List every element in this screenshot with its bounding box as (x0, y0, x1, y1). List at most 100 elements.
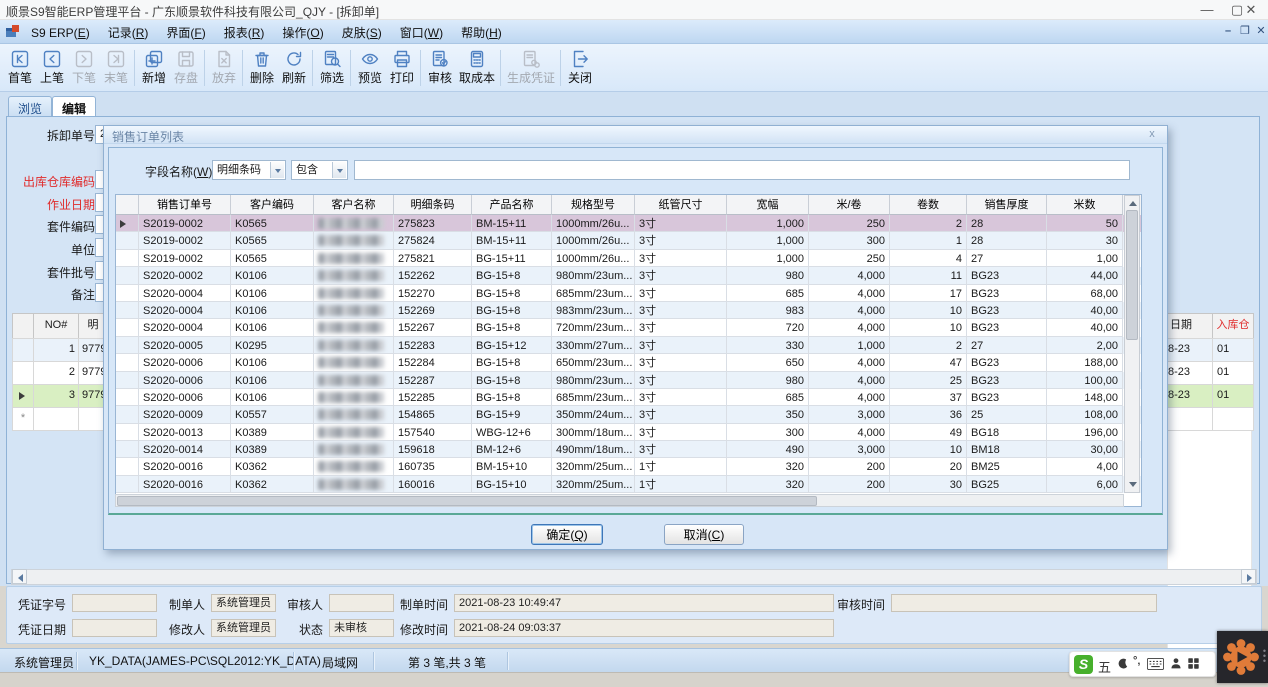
cell-customer-name-masked[interactable] (314, 232, 394, 249)
cell-no[interactable]: 2 (33, 361, 79, 385)
grid-cell[interactable]: BG23 (967, 354, 1047, 371)
grid-cell[interactable]: S2020-0002 (139, 267, 231, 284)
grid-cell[interactable]: 3寸 (635, 267, 727, 284)
soft-keyboard-icon[interactable] (1147, 658, 1164, 676)
grid-cell[interactable]: S2019-0002 (139, 250, 231, 267)
grid-cell[interactable]: 37 (890, 389, 967, 406)
grid-cell[interactable]: 152267 (394, 319, 472, 336)
row-selector[interactable] (12, 338, 34, 362)
grid-cell[interactable]: BM-15+11 (472, 215, 552, 232)
grid-cell[interactable]: 154865 (394, 406, 472, 423)
grid-cell[interactable]: 11 (890, 267, 967, 284)
grid-cell[interactable]: 17 (890, 285, 967, 302)
menu-item-6[interactable]: 窗口(W) (391, 20, 452, 44)
sogou-input-icon[interactable]: S (1074, 655, 1093, 674)
grid-cell[interactable]: 152283 (394, 337, 472, 354)
cell-warehouse[interactable]: 01 (1212, 384, 1254, 408)
grid-cell[interactable]: BM-15+10 (472, 458, 552, 475)
cell-no[interactable]: 3 (33, 384, 79, 408)
grid-col-header-5[interactable]: 规格型号 (552, 195, 635, 215)
grid-cell[interactable]: K0389 (231, 441, 314, 458)
toolbar-button-first-record[interactable]: 首笔 (4, 47, 36, 90)
grid-cell[interactable]: S2020-0006 (139, 372, 231, 389)
toolbar-button-preview[interactable]: 预览 (354, 47, 386, 90)
grid-cell[interactable]: 980mm/23um... (552, 372, 635, 389)
grid-cell[interactable]: S2019-0002 (139, 232, 231, 249)
grid-cell[interactable]: S2020-0006 (139, 389, 231, 406)
grid-cell[interactable]: 490mm/18um... (552, 441, 635, 458)
grid-cell[interactable]: 2 (890, 215, 967, 232)
grid-cell[interactable]: 6,00 (1047, 476, 1123, 493)
grid-cell[interactable]: K0106 (231, 302, 314, 319)
toolbar-button-prev-record[interactable]: 上笔 (36, 47, 68, 90)
grid-cell[interactable]: BG-15+9 (472, 406, 552, 423)
grid-cell[interactable]: K0362 (231, 476, 314, 493)
grid-cell[interactable]: 685mm/23um... (552, 285, 635, 302)
grid-cell[interactable]: 250 (809, 250, 890, 267)
grid-cell[interactable]: 47 (890, 354, 967, 371)
grid-col-header-1[interactable]: 客户编码 (231, 195, 314, 215)
grid-row-selector[interactable] (116, 319, 139, 336)
grid-col-header-4[interactable]: 产品名称 (472, 195, 552, 215)
grid-col-header-3[interactable]: 明细条码 (394, 195, 472, 215)
grid-cell[interactable]: 3,000 (809, 441, 890, 458)
grid-row-10[interactable]: S2020-0006K0106152285BG-15+8685mm/23um..… (116, 389, 1141, 406)
sales-order-grid[interactable]: 销售订单号客户编码客户名称明细条码产品名称规格型号纸管尺寸宽幅米/卷卷数销售厚度… (115, 194, 1142, 507)
grid-cell[interactable]: 3寸 (635, 372, 727, 389)
cell-customer-name-masked[interactable] (314, 476, 394, 493)
cell-date[interactable]: 8-23 (1167, 384, 1213, 408)
grid-cell[interactable]: BG23 (967, 372, 1047, 389)
grid-cell[interactable]: 4,000 (809, 319, 890, 336)
search-field-select[interactable]: 明细条码 (212, 160, 286, 180)
toolbar-button-delete[interactable]: 删除 (246, 47, 278, 90)
grid-cell[interactable]: 28 (967, 232, 1047, 249)
grid-cell[interactable]: 10 (890, 319, 967, 336)
grid-row-selector[interactable] (116, 406, 139, 423)
grid-cell[interactable]: BG-15+8 (472, 302, 552, 319)
cell-customer-name-masked[interactable] (314, 250, 394, 267)
grid-cell[interactable]: 4,00 (1047, 458, 1123, 475)
grid-cell[interactable]: 3寸 (635, 424, 727, 441)
grid-row-selector[interactable] (116, 424, 139, 441)
grid-cell[interactable]: 4,000 (809, 302, 890, 319)
grid-row-selector[interactable] (116, 354, 139, 371)
grid-cell[interactable]: 3寸 (635, 441, 727, 458)
grid-cell[interactable]: BG-15+12 (472, 337, 552, 354)
grid-cell[interactable]: 152270 (394, 285, 472, 302)
grid-cell[interactable]: BG23 (967, 389, 1047, 406)
cell-customer-name-masked[interactable] (314, 337, 394, 354)
grid-cell[interactable]: 152284 (394, 354, 472, 371)
grid-cell[interactable]: 68,00 (1047, 285, 1123, 302)
grid-cell[interactable]: K0106 (231, 354, 314, 371)
grid-cell[interactable]: 152262 (394, 267, 472, 284)
grid-cell[interactable]: S2020-0004 (139, 302, 231, 319)
grid-cell[interactable]: K0565 (231, 250, 314, 267)
mdi-minimize-icon[interactable]: – (1220, 24, 1236, 40)
grid-cell[interactable]: 983mm/23um... (552, 302, 635, 319)
tab-browse[interactable]: 浏览 (8, 96, 52, 116)
dialog-titlebar[interactable]: 销售订单列表 x (104, 126, 1167, 144)
grid-cell[interactable]: WBG-12+6 (472, 424, 552, 441)
cell-customer-name-masked[interactable] (314, 354, 394, 371)
grid-row-selector[interactable] (116, 250, 139, 267)
grid-cell[interactable]: 4,000 (809, 424, 890, 441)
cell-warehouse[interactable]: 01 (1212, 361, 1254, 385)
grid-cell[interactable]: 650mm/23um... (552, 354, 635, 371)
grid-cell[interactable]: 2,00 (1047, 337, 1123, 354)
grid-cell[interactable]: 320mm/25um... (552, 476, 635, 493)
grid-cell[interactable]: S2020-0016 (139, 476, 231, 493)
grid-cell[interactable]: 1000mm/26u... (552, 232, 635, 249)
grid-cell[interactable]: 980mm/23um... (552, 267, 635, 284)
grid-cell[interactable]: 650 (727, 354, 809, 371)
grid-cell[interactable]: 3,000 (809, 406, 890, 423)
cell-date[interactable]: 8-23 (1167, 361, 1213, 385)
grid-cell[interactable]: 320 (727, 458, 809, 475)
grid-selector-header[interactable] (116, 195, 139, 215)
grid-cell[interactable]: 250 (809, 215, 890, 232)
grid-col-header-0[interactable]: 销售订单号 (139, 195, 231, 215)
grid-cell[interactable]: 320 (727, 476, 809, 493)
grid-cell[interactable]: 49 (890, 424, 967, 441)
toolbar-button-cost[interactable]: 取成本 (456, 47, 498, 90)
grid-cell[interactable]: 1000mm/26u... (552, 250, 635, 267)
cell-customer-name-masked[interactable] (314, 372, 394, 389)
